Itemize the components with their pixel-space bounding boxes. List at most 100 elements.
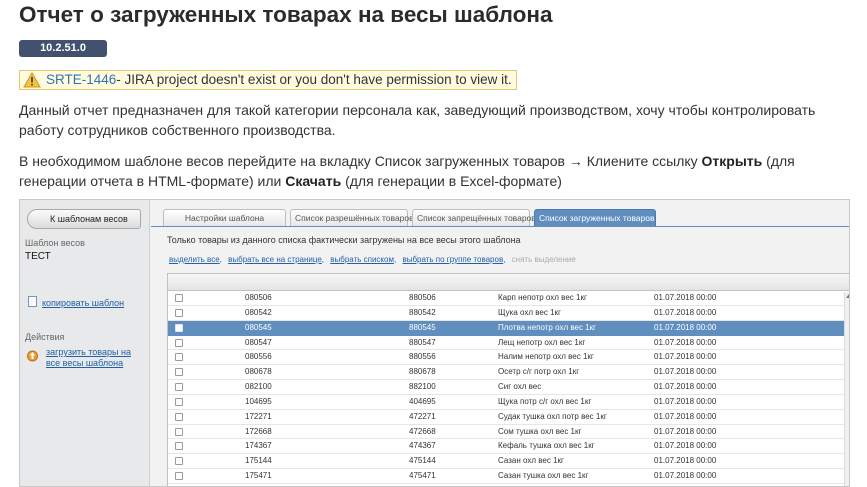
cell-plu: 472668 — [409, 426, 436, 436]
clear-selection-link: снять выделение — [511, 255, 576, 264]
instruction-text: генерации отчета в HTML-формате) или — [19, 173, 286, 189]
template-label: Шаблон весов — [25, 238, 85, 248]
template-value: ТЕСТ — [25, 251, 51, 262]
row-checkbox[interactable] — [175, 294, 183, 302]
warning-icon — [23, 72, 41, 88]
open-keyword: Открыть — [701, 153, 763, 169]
cell-code: 172271 — [245, 411, 272, 421]
cell-name: Кефаль тушка охл вес 1кг — [498, 441, 595, 451]
main-panel: Настройки шаблона Список разрешённых тов… — [151, 200, 849, 486]
scroll-up-icon[interactable] — [846, 294, 849, 298]
cell-plu: 404695 — [409, 396, 436, 406]
cell-date: 01.07.2018 00:00 — [654, 456, 717, 466]
copy-template-link[interactable]: копировать шаблон — [42, 298, 124, 309]
row-checkbox[interactable] — [175, 353, 183, 362]
cell-name: Осетр с/г потр охл 1кг — [498, 367, 580, 377]
tab-bar: Настройки шаблона Список разрешённых тов… — [163, 209, 660, 227]
selection-actions: выделить все, выбрать все на странице, в… — [169, 255, 576, 264]
cell-name: Сазан тушка охл вес 1кг — [498, 471, 589, 481]
cell-plu: 880542 — [409, 307, 436, 317]
cell-name: Судак тушка охл потр вес 1кг — [498, 411, 607, 421]
cell-name: Плотва непотр охл вес 1кг — [498, 322, 597, 332]
row-checkbox[interactable] — [175, 472, 183, 481]
table-row[interactable]: 080556 880556 Налим непотр охл вес 1кг 01.0… — [168, 350, 849, 366]
cell-code: 080547 — [245, 337, 272, 347]
row-checkbox[interactable] — [175, 368, 183, 377]
upload-icon — [27, 350, 38, 362]
cell-date: 01.07.2018 00:00 — [654, 337, 717, 347]
table-row[interactable]: 080545 880545 Плотва непотр охл вес 1кг 01.… — [168, 320, 849, 336]
goods-table: 080506 880506 Карп непотр охл вес 1кг 01.07… — [167, 273, 849, 486]
tab-forbidden-goods[interactable]: Список запрещённых товаров — [412, 209, 536, 227]
cell-date: 01.07.2018 00:00 — [654, 426, 717, 436]
copy-icon — [28, 296, 37, 307]
vertical-scrollbar[interactable] — [844, 292, 849, 486]
table-row[interactable]: 175144 475144 Сазан охл вес 1кг 01.07.2018 … — [168, 454, 849, 470]
select-group-link[interactable]: выбрать по группе товаров — [402, 255, 503, 264]
select-page-link[interactable]: выбрать все на странице — [228, 255, 322, 264]
instruction-text: (для — [762, 153, 795, 169]
table-row[interactable]: 175471 475471 Сазан тушка охл вес 1кг 01.07… — [168, 469, 849, 484]
table-row[interactable]: 172271 472271 Судак тушка охл потр вес 1кг… — [168, 410, 849, 425]
table-row[interactable]: 082100 882100 Сиг охл вес 01.07.2018 00:00 — [168, 380, 849, 395]
tab-allowed-goods[interactable]: Список разрешённых товаров — [290, 209, 414, 227]
cell-code: 080506 — [245, 293, 272, 302]
cell-code: 172668 — [245, 426, 272, 436]
cell-code: 175471 — [245, 471, 272, 481]
upload-goods-link[interactable]: загрузить товары на — [46, 347, 131, 358]
info-text: Только товары из данного списка фактичес… — [167, 235, 521, 245]
cell-name: Лещ непотр охл вес 1кг — [498, 337, 586, 347]
table-row[interactable]: 104695 404695 Щука потр с/г охл вес 1кг 01.… — [168, 395, 849, 410]
table-row[interactable]: 080547 880547 Лещ непотр охл вес 1кг 01.07.… — [168, 336, 849, 351]
cell-plu: 475144 — [409, 456, 436, 466]
instruction-line-2: генерации отчета в HTML-формате) или Ска… — [19, 171, 562, 191]
cell-code: 104695 — [245, 396, 272, 406]
cell-plu: 880678 — [409, 367, 436, 377]
cell-date: 01.07.2018 00:00 — [654, 411, 717, 421]
back-to-templates-button[interactable]: К шаблонам весов — [27, 209, 141, 229]
cell-date: 01.07.2018 00:00 — [654, 322, 717, 332]
table-row[interactable]: 172668 472668 Сом тушка охл вес 1кг 01.07.2… — [168, 425, 849, 440]
select-list-link[interactable]: выбрать списком — [330, 255, 394, 264]
instruction-text: В необходимом шаблоне весов перейдите на… — [19, 153, 702, 169]
cell-name: Сазан охл вес 1кг — [498, 456, 564, 466]
cell-date: 01.07.2018 00:00 — [654, 396, 717, 406]
actions-label: Действия — [25, 332, 65, 342]
cell-code: 082100 — [245, 382, 272, 392]
instruction-line-1: В необходимом шаблоне весов перейдите на… — [19, 151, 795, 171]
description-line-1: Данный отчет предназначен для такой кате… — [19, 102, 816, 118]
row-checkbox[interactable] — [175, 383, 183, 392]
row-checkbox[interactable] — [175, 442, 183, 451]
row-checkbox[interactable] — [175, 457, 183, 466]
row-checkbox[interactable] — [175, 308, 183, 317]
tab-template-settings[interactable]: Настройки шаблона — [163, 209, 286, 227]
jira-issue-warning: SRTE-1446 - JIRA project doesn't exist o… — [19, 70, 517, 90]
row-checkbox[interactable] — [175, 412, 183, 421]
cell-name: Сом тушка охл вес 1кг — [498, 426, 582, 436]
description-line-2: работу сотрудников собственного производ… — [19, 122, 336, 138]
row-checkbox[interactable] — [175, 323, 183, 332]
table-row[interactable]: 174367 474367 Кефаль тушка охл вес 1кг 01.0… — [168, 439, 849, 455]
table-row[interactable]: 080678 880678 Осетр с/г потр охл 1кг 01.07.… — [168, 365, 849, 381]
row-checkbox[interactable] — [175, 427, 183, 436]
sidebar: К шаблонам весов Шаблон весов ТЕСТ копир… — [20, 200, 150, 486]
cell-date: 01.07.2018 00:00 — [654, 293, 717, 302]
cell-plu: 474367 — [409, 441, 436, 451]
table-header — [168, 274, 849, 291]
cell-plu: 880547 — [409, 337, 436, 347]
tab-loaded-goods[interactable]: Список загруженных товаров — [534, 209, 656, 227]
download-keyword: Скачать — [285, 173, 342, 189]
cell-name: Налим непотр охл вес 1кг — [498, 352, 594, 362]
table-row[interactable]: 080506 880506 Карп непотр охл вес 1кг 01.07… — [168, 291, 849, 306]
cell-plu: 880506 — [409, 293, 436, 302]
cell-code: 080556 — [245, 352, 272, 362]
row-checkbox[interactable] — [175, 397, 183, 406]
cell-plu: 475471 — [409, 471, 436, 481]
row-checkbox[interactable] — [175, 338, 183, 347]
jira-issue-link[interactable]: SRTE-1446 — [46, 71, 116, 89]
table-body: 080506 880506 Карп непотр охл вес 1кг 01.07… — [168, 291, 849, 484]
upload-goods-link-line-2[interactable]: все весы шаблона — [46, 358, 123, 369]
table-row[interactable]: 080542 880542 Щука охл вес 1кг 01.07.2018 0… — [168, 306, 849, 321]
select-all-link[interactable]: выделить все — [169, 255, 220, 264]
instruction-text: (для генерации в Excel-формате) — [341, 173, 562, 189]
